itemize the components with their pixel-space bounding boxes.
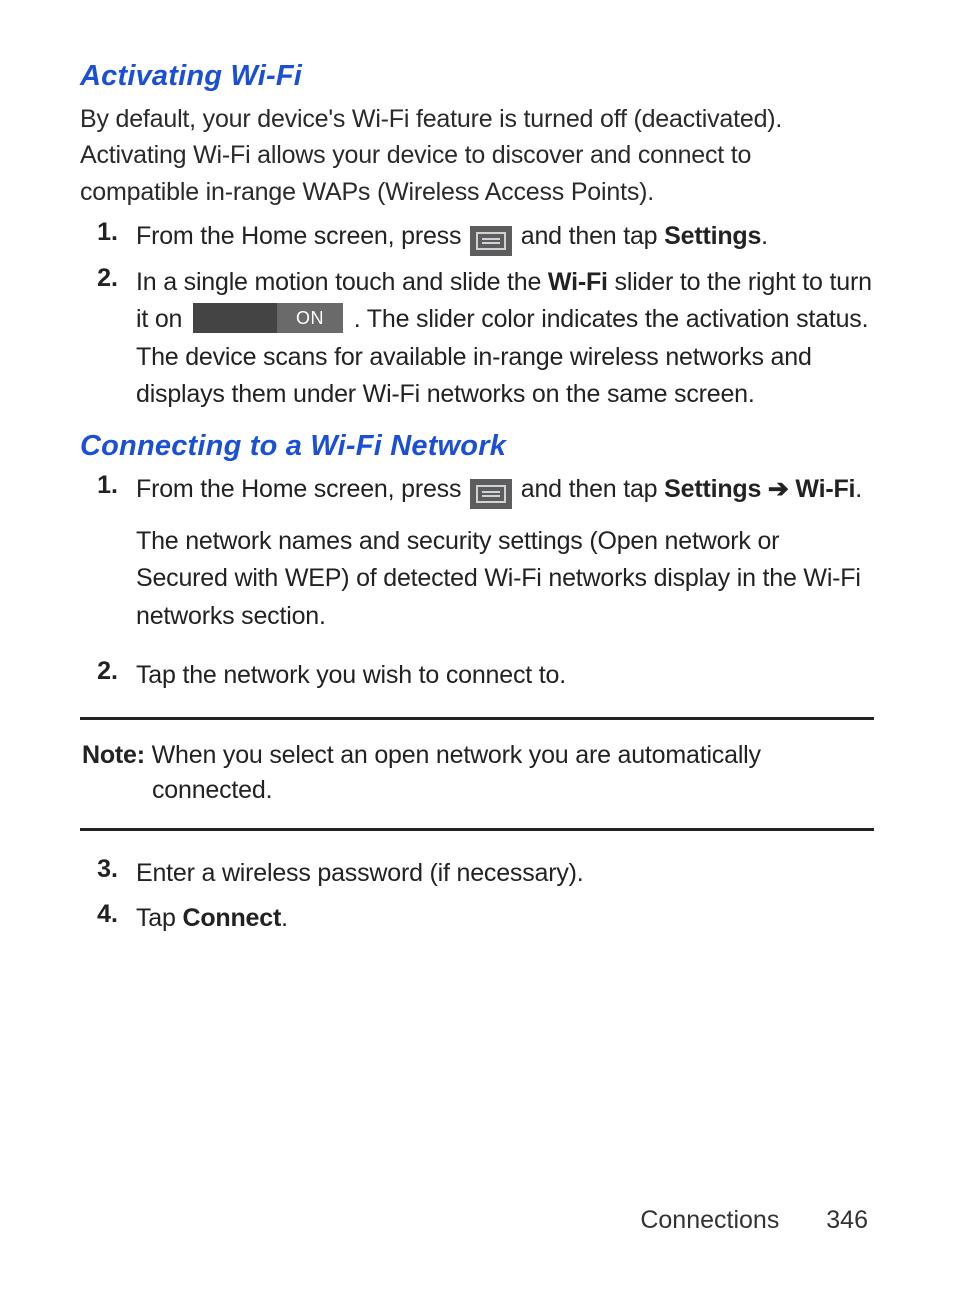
label-settings: Settings xyxy=(664,475,761,503)
step-number: 2. xyxy=(80,264,136,293)
steps-activating: 1. From the Home screen, press and then … xyxy=(80,218,874,414)
step-number: 1. xyxy=(80,471,136,500)
heading-connecting-wifi: Connecting to a Wi-Fi Network xyxy=(80,430,874,463)
step-number: 1. xyxy=(80,218,136,247)
step-number: 2. xyxy=(80,657,136,686)
steps-connecting: 1. From the Home screen, press and then … xyxy=(80,471,874,695)
text-fragment: From the Home screen, press xyxy=(136,222,468,250)
label-wifi: Wi-Fi xyxy=(795,475,855,503)
paragraph-detected-networks: The network names and security settings … xyxy=(136,523,874,636)
steps-connecting-continued: 3. Enter a wireless password (if necessa… xyxy=(80,855,874,938)
label-connect: Connect xyxy=(182,904,281,932)
text-fragment: . xyxy=(855,475,862,503)
note-label: Note: xyxy=(82,741,145,769)
menu-icon xyxy=(470,226,512,256)
text-fragment: and then tap xyxy=(521,475,664,503)
note-block: Note: When you select an open network yo… xyxy=(80,717,874,831)
step-text: Enter a wireless password (if necessary)… xyxy=(136,855,584,893)
footer-page-number: 346 xyxy=(826,1206,868,1234)
note-text: When you select an open network you are … xyxy=(145,741,761,804)
text-fragment: Tap xyxy=(136,904,182,932)
text-fragment: . xyxy=(281,904,288,932)
step-number: 3. xyxy=(80,855,136,884)
heading-activating-wifi: Activating Wi-Fi xyxy=(80,60,874,93)
label-wifi: Wi-Fi xyxy=(548,268,608,296)
menu-icon xyxy=(470,479,512,509)
text-fragment: From the Home screen, press xyxy=(136,475,468,503)
slider-label: ON xyxy=(277,303,343,333)
step-number: 4. xyxy=(80,900,136,929)
step-text: Tap the network you wish to connect to. xyxy=(136,657,566,695)
text-fragment: and then tap xyxy=(521,222,664,250)
on-slider-icon: ON xyxy=(193,303,343,333)
step-text: From the Home screen, press and then tap… xyxy=(136,471,874,650)
paragraph-intro: By default, your device's Wi-Fi feature … xyxy=(80,101,874,210)
page-footer: Connections 346 xyxy=(640,1206,868,1235)
label-settings: Settings xyxy=(664,222,761,250)
text-fragment: . xyxy=(761,222,768,250)
slider-knob xyxy=(193,303,277,333)
footer-section: Connections xyxy=(640,1206,779,1234)
step-text: From the Home screen, press and then tap… xyxy=(136,218,768,256)
arrow-icon: ➔ xyxy=(761,475,795,503)
step-text: Tap Connect. xyxy=(136,900,288,938)
text-fragment: In a single motion touch and slide the xyxy=(136,268,548,296)
step-text: In a single motion touch and slide the W… xyxy=(136,264,874,414)
